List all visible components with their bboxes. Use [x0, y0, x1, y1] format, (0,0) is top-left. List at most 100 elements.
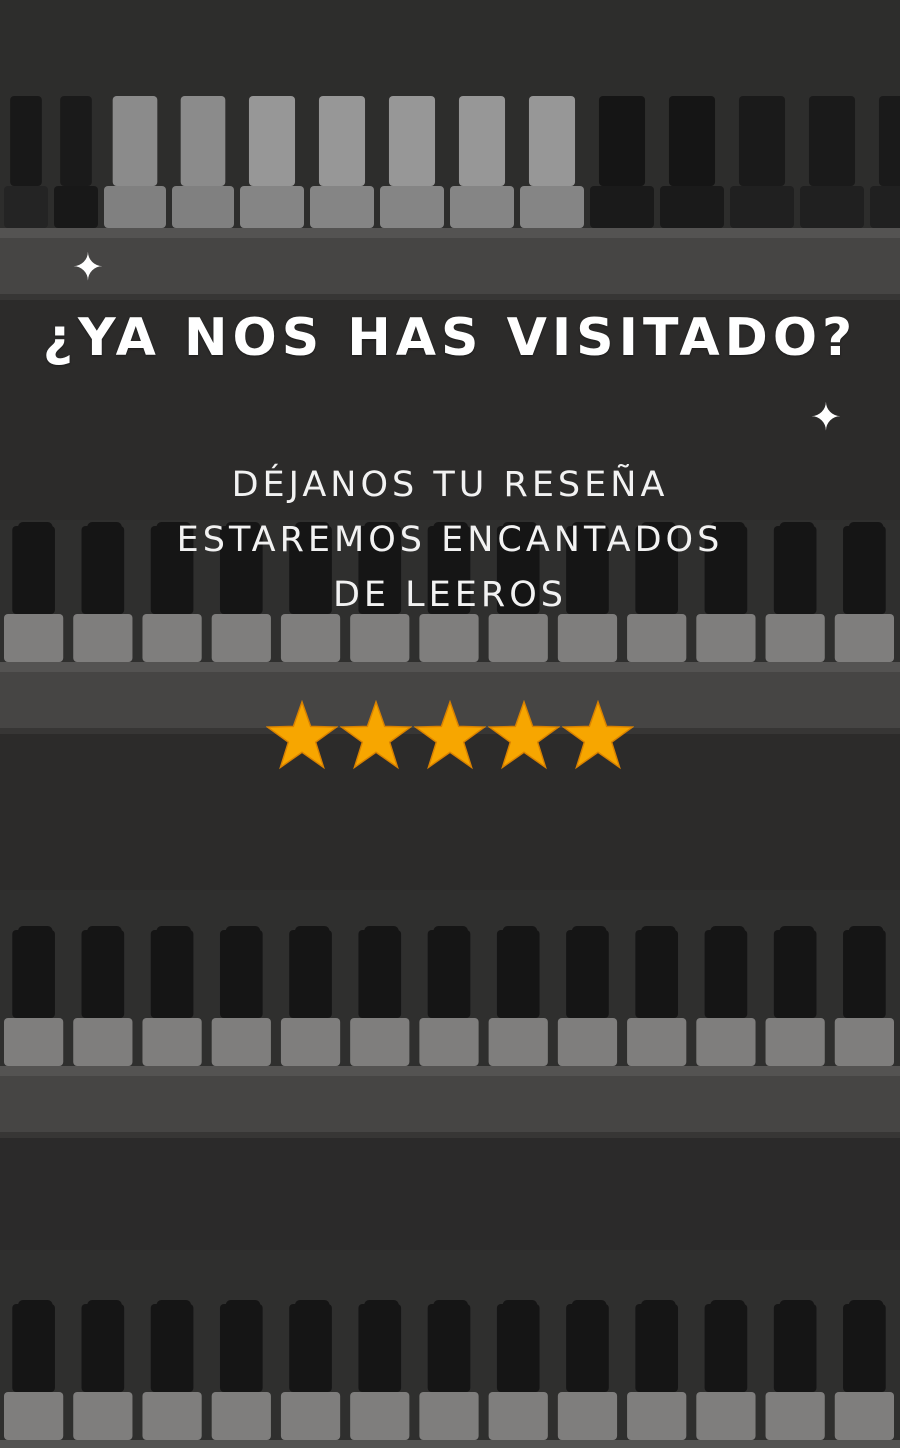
bottle-body: [73, 1392, 133, 1440]
bottle-body: [419, 1392, 479, 1440]
bottle-body: [765, 1392, 825, 1440]
bottle-cap: [289, 930, 332, 1018]
bottle-body: [834, 1392, 894, 1440]
bottle-body: [488, 1392, 548, 1440]
bottle-cap: [496, 930, 540, 1018]
star-icon: [488, 700, 560, 770]
bottle-body: [660, 186, 724, 228]
bottle-cap: [358, 930, 402, 1018]
bottle-body: [520, 186, 584, 228]
bottle-body: [4, 1018, 64, 1066]
bottle-cap: [150, 930, 194, 1018]
bottle-cap: [668, 96, 716, 186]
bottle-body: [557, 1392, 618, 1440]
bottle-cap: [635, 1304, 679, 1392]
bottle-body: [557, 1018, 618, 1066]
review-invitation: DÉJANOS TU RESEÑA ESTAREMOS ENCANTADOS D…: [0, 458, 900, 623]
bottle-cap: [427, 1304, 471, 1392]
bottle-cap: [248, 96, 296, 186]
bottle-body: [4, 186, 48, 228]
shelf: [0, 662, 900, 672]
bottle-cap: [704, 1304, 748, 1392]
bottle-cap: [388, 96, 436, 186]
shelf: [0, 1066, 900, 1076]
bottle-cap: [635, 930, 679, 1018]
bottle-body: [800, 186, 864, 228]
bottle-body: [488, 1018, 548, 1066]
bottle-cap: [60, 96, 92, 186]
bottle-cap: [318, 96, 366, 186]
bottle-cap: [150, 1304, 194, 1392]
bottle-cap: [358, 1304, 402, 1392]
bottle-cap: [738, 96, 786, 186]
bottle-cap: [180, 96, 226, 186]
bottle-body: [765, 1018, 825, 1066]
bottle-cap: [843, 1304, 886, 1392]
bottle-body: [350, 1392, 410, 1440]
bottle-cap: [112, 96, 158, 186]
bottle-body: [280, 1392, 341, 1440]
bottle-cap: [528, 96, 576, 186]
star-icon: [266, 700, 338, 770]
bottle-cap: [808, 96, 856, 186]
shelf: [0, 228, 900, 238]
shelf-front: [0, 238, 900, 294]
bottle-body: [350, 1018, 410, 1066]
bottle-cap: [12, 1304, 55, 1392]
bottle-cap: [81, 1304, 125, 1392]
bottle-cap: [566, 930, 609, 1018]
bottle-cap: [81, 930, 125, 1018]
bottle-body: [310, 186, 374, 228]
bottle-cap: [773, 1304, 817, 1392]
shelf-front: [0, 1076, 900, 1132]
sparkle-icon: ✦: [72, 245, 104, 289]
bottle-body: [54, 186, 98, 228]
bottle-cap: [843, 930, 886, 1018]
subtext-line: ESTAREMOS ENCANTADOS: [176, 520, 724, 560]
bottle-cap: [773, 930, 817, 1018]
bottle-cap: [704, 930, 748, 1018]
bottle-cap: [219, 1304, 263, 1392]
bottle-body: [73, 1018, 133, 1066]
bottle-body: [730, 186, 794, 228]
wall-band: [0, 1130, 900, 1250]
bottle-cap: [458, 96, 506, 186]
subtext-line: DE LEEROS: [332, 575, 567, 615]
bottle-cap: [566, 1304, 609, 1392]
bottle-cap: [289, 1304, 332, 1392]
star-icon: [414, 700, 486, 770]
bottle-cap: [496, 1304, 540, 1392]
bottle-cap: [878, 96, 900, 186]
bottle-body: [696, 1018, 756, 1066]
bottle-cap: [598, 96, 646, 186]
bottle-body: [627, 1392, 687, 1440]
bottle-cap: [427, 930, 471, 1018]
bottle-body: [142, 1018, 202, 1066]
bottle-body: [280, 1018, 341, 1066]
five-star-rating: [266, 700, 634, 772]
bottle-body: [211, 1392, 271, 1440]
headline: ¿YA NOS HAS VISITADO?: [42, 308, 858, 368]
bottle-body: [104, 186, 166, 228]
bottle-body: [834, 1018, 894, 1066]
bottle-body: [142, 1392, 202, 1440]
shelf-shadow: [0, 1132, 900, 1138]
bottle-body: [419, 1018, 479, 1066]
bottle-body: [450, 186, 514, 228]
bottle-body: [240, 186, 304, 228]
bottle-body: [4, 1392, 64, 1440]
bottle-body: [172, 186, 234, 228]
star-icon: [340, 700, 412, 770]
subtext-line: DÉJANOS TU RESEÑA: [231, 465, 669, 505]
bottle-cap: [10, 96, 42, 186]
shelf: [0, 1440, 900, 1448]
bottle-cap: [219, 930, 263, 1018]
bottle-body: [627, 1018, 687, 1066]
shelf-shadow: [0, 294, 900, 300]
bottle-body: [211, 1018, 271, 1066]
bottle-cap: [12, 930, 55, 1018]
bottle-body: [380, 186, 444, 228]
sparkle-icon: ✦: [810, 395, 842, 439]
star-icon: [562, 700, 634, 770]
bottle-body: [696, 1392, 756, 1440]
